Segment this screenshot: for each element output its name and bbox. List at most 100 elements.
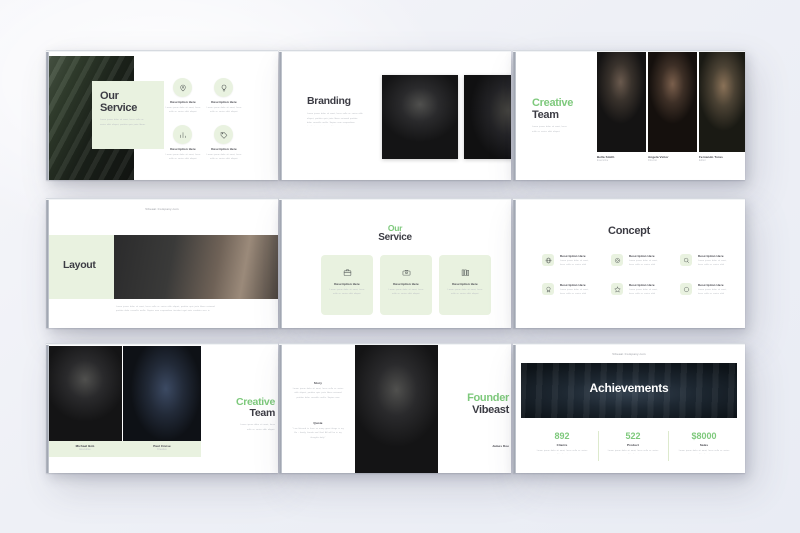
slide9-stat-value-1: 892	[554, 431, 570, 441]
slide4-brand-header: Vibeast Company.com	[145, 207, 179, 211]
star-icon	[613, 286, 621, 292]
slide9-stat-label-3: Sales	[699, 443, 709, 447]
slide6-item-label-6: Description Here	[698, 283, 724, 287]
slide1-item-label-4: Description Here	[211, 147, 237, 151]
slide9-stat-label-1: Clients	[556, 443, 568, 447]
slide5-card-text-3: Lorem ipsum dolor sit amet, lacus nulla …	[447, 289, 483, 296]
slide3-photo-2	[648, 52, 697, 152]
slide9-stat-text-1: Lorem ipsum dolor sit amet, lacus nulla …	[536, 450, 588, 452]
slide5-card-text-1: Lorem ipsum dolor sit amet, lacus nulla …	[329, 289, 365, 296]
slide6-title: Concept	[608, 225, 650, 237]
slide6-item-label-2: Description Here	[629, 254, 655, 258]
slide-layout[interactable]: Vibeast Company.com Layout Lorem ipsum d…	[46, 198, 278, 328]
slide9-photo: Achievements	[521, 363, 737, 418]
slide8-quote-text: "I am blessed to have so many great thin…	[292, 428, 344, 439]
slide9-stat-text-3: Lorem ipsum dolor sit amet, lacus nulla …	[678, 450, 730, 452]
slide1-item-text-3: Lorem ipsum dolor sit amet, lacus nulla …	[165, 153, 201, 160]
slide9-stat-label-2: Product	[626, 443, 640, 447]
slide2-photo-2	[464, 75, 511, 159]
slide7-photo-1	[48, 346, 122, 441]
slide7-photo-2	[123, 346, 201, 441]
slide4-photo	[114, 235, 278, 299]
slide-concept[interactable]: Concept Description Here Lorem ipsum dol…	[513, 198, 745, 328]
slide6-item-label-1: Description Here	[560, 254, 586, 258]
slide8-title-line1: Founder	[467, 392, 509, 404]
location-pin-icon	[179, 84, 186, 91]
slide6-item-label-3: Description Here	[698, 254, 724, 258]
slide6-item-text-1: Lorem ipsum dolor sit amet, lacus nulla …	[560, 260, 589, 267]
slide6-icon-box-5[interactable]	[611, 283, 623, 295]
slide6-icon-box-1[interactable]	[542, 254, 554, 266]
slide9-brand-header: Vibeast Company.com	[612, 352, 646, 356]
slide9-stat-3: $8000 Sales Lorem ipsum dolor sit amet, …	[670, 431, 738, 454]
slide-deck-mockup: Our Service Lorem ipsum dolor sit amet, …	[46, 50, 758, 482]
slide7-body-text: Lorem ipsum dolor sit amet, lacus nulla …	[240, 424, 275, 431]
slide7-member-role-2: Creative	[157, 448, 167, 451]
slide1-body-text: Lorem ipsum dolor sit amet, lacus nulla …	[100, 119, 146, 126]
slide3-member-role-1: Executive	[597, 159, 609, 162]
books-icon	[461, 269, 469, 276]
slide9-stat-1: 892 Clients Lorem ipsum dolor sit amet, …	[527, 431, 597, 454]
slide6-item-text-2: Lorem ipsum dolor sit amet, lacus nulla …	[629, 260, 658, 267]
slide1-icon-circle-4[interactable]	[214, 125, 233, 144]
slide8-story-text: Lorem ipsum dolor sit amet, lacus nulla …	[292, 388, 344, 399]
slide9-stat-2: 522 Product Lorem ipsum dolor sit amet, …	[599, 431, 667, 454]
slide6-item-label-4: Description Here	[560, 283, 586, 287]
slide4-title: Layout	[63, 259, 96, 271]
slide6-icon-box-2[interactable]	[611, 254, 623, 266]
slide2-photo-1	[382, 75, 458, 159]
slide2-body-text: Lorem ipsum dolor sit amet, lacus nulla …	[307, 113, 363, 124]
slide8-signature: James Doe	[492, 444, 509, 448]
slide5-card-label-3: Description Here	[452, 282, 478, 286]
slide8-photo	[355, 345, 438, 473]
slide8-story-label: Story	[313, 381, 323, 385]
toolbox-icon	[402, 269, 410, 276]
briefcase-icon	[343, 269, 351, 276]
slide1-icon-circle-2[interactable]	[214, 78, 233, 97]
slide5-title-line2: Service	[378, 232, 412, 243]
slide3-member-role-2: Director	[648, 159, 658, 162]
slide4-body-text: Lorem ipsum dolor sit amet, lacus nulla …	[116, 306, 215, 313]
slide1-item-label-1: Description Here	[170, 100, 196, 104]
slide-creative-team-2[interactable]: Michael Bob Executive Paul Cruise Creati…	[46, 343, 278, 473]
search-icon	[683, 257, 689, 263]
slide6-icon-box-3[interactable]	[680, 254, 692, 266]
slide5-card-3[interactable]: Description Here Lorem ipsum dolor sit a…	[439, 255, 491, 315]
slide9-title: Achievements	[589, 381, 669, 395]
slide5-card-2[interactable]: Description Here Lorem ipsum dolor sit a…	[380, 255, 432, 315]
slide1-icon-circle-3[interactable]	[173, 125, 192, 144]
slide6-icon-box-6[interactable]	[680, 283, 692, 295]
slide-our-service-icons[interactable]: Our Service Lorem ipsum dolor sit amet, …	[46, 50, 278, 180]
slide6-item-text-5: Lorem ipsum dolor sit amet, lacus nulla …	[629, 289, 658, 296]
globe-icon	[545, 257, 551, 263]
slide-creative-team-3[interactable]: Creative Team Lorem ipsum dolor sit amet…	[513, 50, 745, 180]
slide1-title-line2: Service	[100, 101, 138, 114]
slide1-item-text-2: Lorem ipsum dolor sit amet, lacus nulla …	[206, 106, 242, 113]
bar-chart-icon	[179, 131, 186, 138]
slide-achievements[interactable]: Vibeast Company.com Achievements 892 Cli…	[513, 343, 745, 473]
slide6-item-label-5: Description Here	[629, 283, 655, 287]
slide9-stat-text-2: Lorem ipsum dolor sit amet, lacus nulla …	[607, 450, 659, 452]
slide3-member-role-3: Editor	[699, 159, 706, 162]
slide-branding[interactable]: Branding Lorem ipsum dolor sit amet, lac…	[279, 50, 511, 180]
circle-icon	[683, 286, 689, 292]
slide5-card-label-2: Description Here	[393, 282, 419, 286]
slide-our-service-cards[interactable]: Our Service Description Here Lorem ipsum…	[279, 198, 511, 328]
slide6-item-text-4: Lorem ipsum dolor sit amet, lacus nulla …	[560, 289, 589, 296]
slide1-item-text-4: Lorem ipsum dolor sit amet, lacus nulla …	[206, 153, 242, 160]
slide7-title-line2: Team	[249, 407, 276, 420]
slide5-card-label-1: Description Here	[334, 282, 360, 286]
slide5-card-1[interactable]: Description Here Lorem ipsum dolor sit a…	[321, 255, 373, 315]
slide3-title-line2: Team	[532, 108, 559, 121]
slide8-quote-label: Quote	[313, 421, 323, 425]
slide6-icon-box-4[interactable]	[542, 283, 554, 295]
slide1-icon-circle-1[interactable]	[173, 78, 192, 97]
slide-founder[interactable]: Story Lorem ipsum dolor sit amet, lacus …	[279, 343, 511, 473]
badge-icon	[546, 286, 550, 292]
lightbulb-icon	[221, 84, 226, 91]
slide8-title-line2: Vibeast	[472, 403, 509, 416]
slide2-title: Branding	[307, 95, 351, 107]
target-icon	[614, 257, 620, 263]
slide9-stat-value-2: 522	[625, 431, 641, 441]
slide3-photo-1	[597, 52, 646, 152]
